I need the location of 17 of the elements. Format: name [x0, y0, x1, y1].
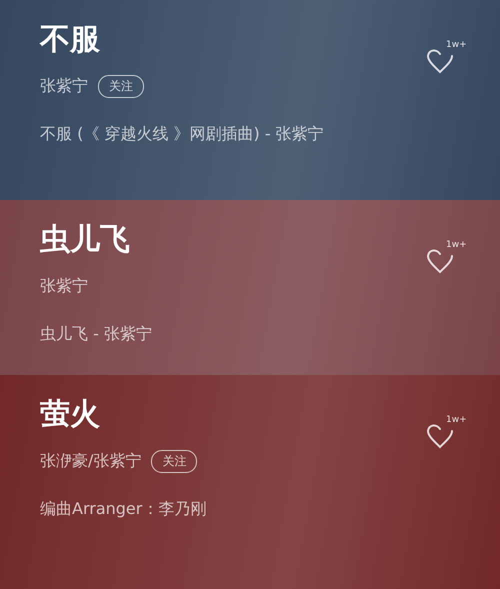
- artist-name: 张紫宁: [40, 276, 88, 296]
- song-info: 编曲Arranger：李乃刚: [40, 499, 206, 520]
- follow-button[interactable]: 关注: [98, 74, 144, 98]
- artist-name: 张洢豪/张紫宁: [40, 450, 142, 472]
- follow-button[interactable]: 关注: [151, 450, 198, 472]
- like-count: 1w+: [446, 415, 467, 425]
- song-title: 不服: [40, 21, 101, 59]
- like-count: 1w+: [446, 40, 467, 50]
- song-title: 虫儿飞: [40, 221, 131, 259]
- artist-name: 张紫宁: [40, 76, 88, 96]
- song-card[interactable]: 虫儿飞 张紫宁 虫儿飞 - 张紫宁 1w+: [0, 200, 500, 375]
- song-title: 萤火: [40, 396, 101, 434]
- song-card[interactable]: 不服 张紫宁 关注 不服 (《 穿越火线 》网剧插曲) - 张紫宁 1w+: [0, 0, 500, 200]
- song-info: 虫儿飞 - 张紫宁: [40, 324, 152, 345]
- song-card[interactable]: 萤火 张洢豪/张紫宁 关注 编曲Arranger：李乃刚 1w+: [0, 375, 500, 589]
- song-info: 不服 (《 穿越火线 》网剧插曲) - 张紫宁: [40, 124, 324, 145]
- like-count: 1w+: [446, 240, 467, 250]
